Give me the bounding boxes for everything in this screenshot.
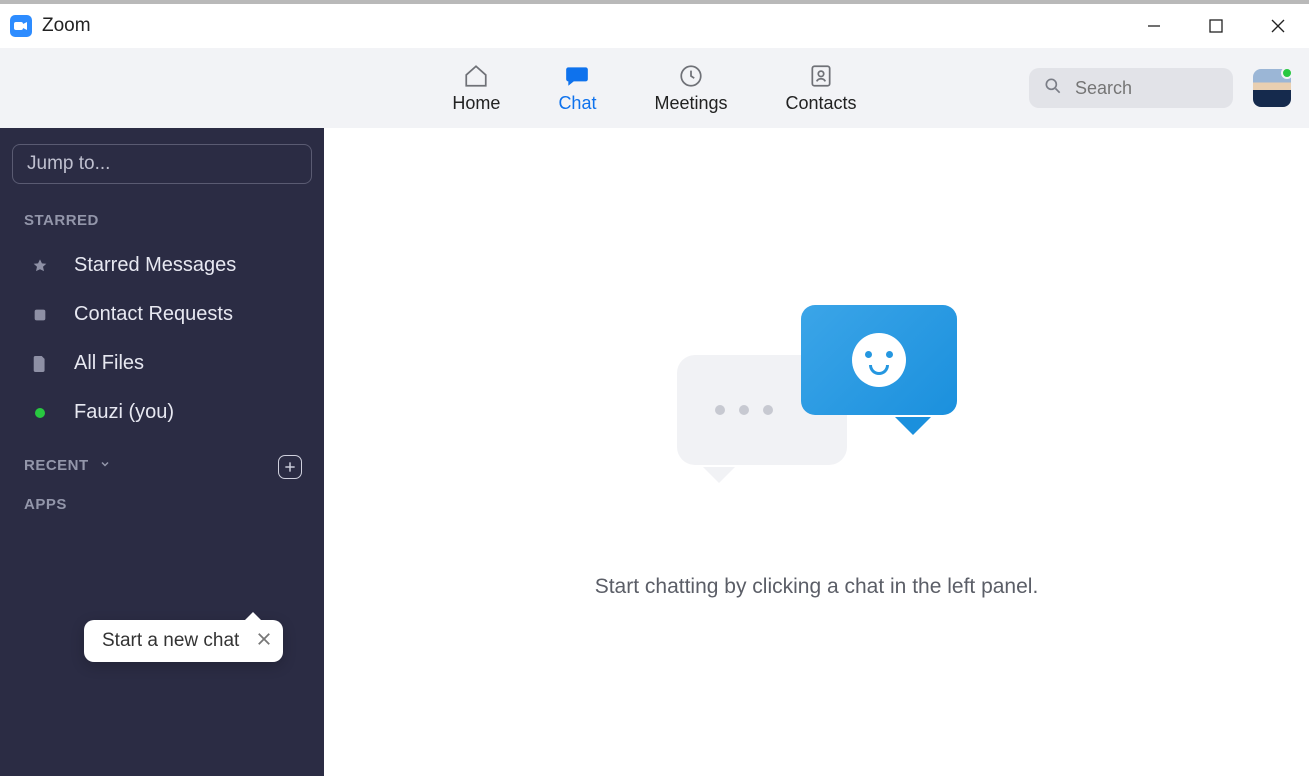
sidebar-item-label: Fauzi (you) — [74, 401, 174, 424]
starred-label-text: STARRED — [24, 212, 99, 229]
clock-icon — [678, 63, 704, 89]
window-controls — [1123, 4, 1309, 48]
new-chat-button[interactable] — [278, 455, 302, 479]
blue-bubble-icon — [801, 305, 957, 415]
search-box[interactable] — [1029, 68, 1233, 108]
body: STARRED Starred Messages Contact Request… — [0, 128, 1309, 776]
minimize-button[interactable] — [1123, 4, 1185, 48]
chevron-down-icon — [99, 457, 111, 474]
tab-home-label: Home — [452, 93, 500, 114]
main-panel: Start chatting by clicking a chat in the… — [324, 128, 1309, 776]
tab-chat-label: Chat — [558, 93, 596, 114]
tab-meetings[interactable]: Meetings — [654, 63, 727, 114]
titlebar: Zoom — [0, 0, 1309, 48]
chat-icon — [564, 63, 590, 89]
recent-label-text: RECENT — [24, 457, 89, 474]
section-starred-label: STARRED — [0, 202, 324, 241]
search-input[interactable] — [1075, 78, 1219, 99]
section-recent-label[interactable]: RECENT — [0, 447, 324, 486]
close-button[interactable] — [1247, 4, 1309, 48]
sidebar-item-self[interactable]: Fauzi (you) — [0, 388, 324, 437]
sidebar-item-label: Contact Requests — [74, 303, 233, 326]
presence-indicator — [1281, 67, 1293, 79]
jump-to-input[interactable] — [12, 144, 312, 184]
tab-contacts-label: Contacts — [786, 93, 857, 114]
tab-chat[interactable]: Chat — [558, 63, 596, 114]
topnav: Home Chat Meetings Contacts — [0, 48, 1309, 128]
sidebar-item-contact-requests[interactable]: Contact Requests — [0, 290, 324, 339]
empty-state-text: Start chatting by clicking a chat in the… — [595, 575, 1039, 599]
tooltip-close-button[interactable] — [257, 630, 271, 652]
section-apps-label[interactable]: APPS — [0, 486, 324, 525]
profile-avatar[interactable] — [1253, 69, 1291, 107]
contacts-icon — [808, 63, 834, 89]
sidebar-item-label: All Files — [74, 352, 144, 375]
home-icon — [463, 63, 489, 89]
tooltip-text: Start a new chat — [102, 630, 239, 651]
smiley-icon — [852, 333, 906, 387]
file-icon — [30, 356, 50, 372]
nav-items: Home Chat Meetings Contacts — [452, 63, 856, 114]
typing-dots-icon — [715, 405, 773, 415]
apps-label-text: APPS — [24, 496, 67, 513]
new-chat-tooltip: Start a new chat — [84, 620, 283, 662]
sidebar-item-all-files[interactable]: All Files — [0, 339, 324, 388]
sidebar: STARRED Starred Messages Contact Request… — [0, 128, 324, 776]
sidebar-item-starred-messages[interactable]: Starred Messages — [0, 241, 324, 290]
presence-icon — [30, 408, 50, 418]
maximize-button[interactable] — [1185, 4, 1247, 48]
contact-card-icon — [30, 307, 50, 323]
search-icon — [1043, 76, 1063, 101]
zoom-app-icon — [10, 15, 32, 37]
star-icon — [30, 258, 50, 274]
sidebar-item-label: Starred Messages — [74, 254, 236, 277]
empty-chat-illustration — [677, 305, 957, 505]
tab-contacts[interactable]: Contacts — [786, 63, 857, 114]
window-title: Zoom — [42, 15, 91, 37]
tab-meetings-label: Meetings — [654, 93, 727, 114]
tab-home[interactable]: Home — [452, 63, 500, 114]
